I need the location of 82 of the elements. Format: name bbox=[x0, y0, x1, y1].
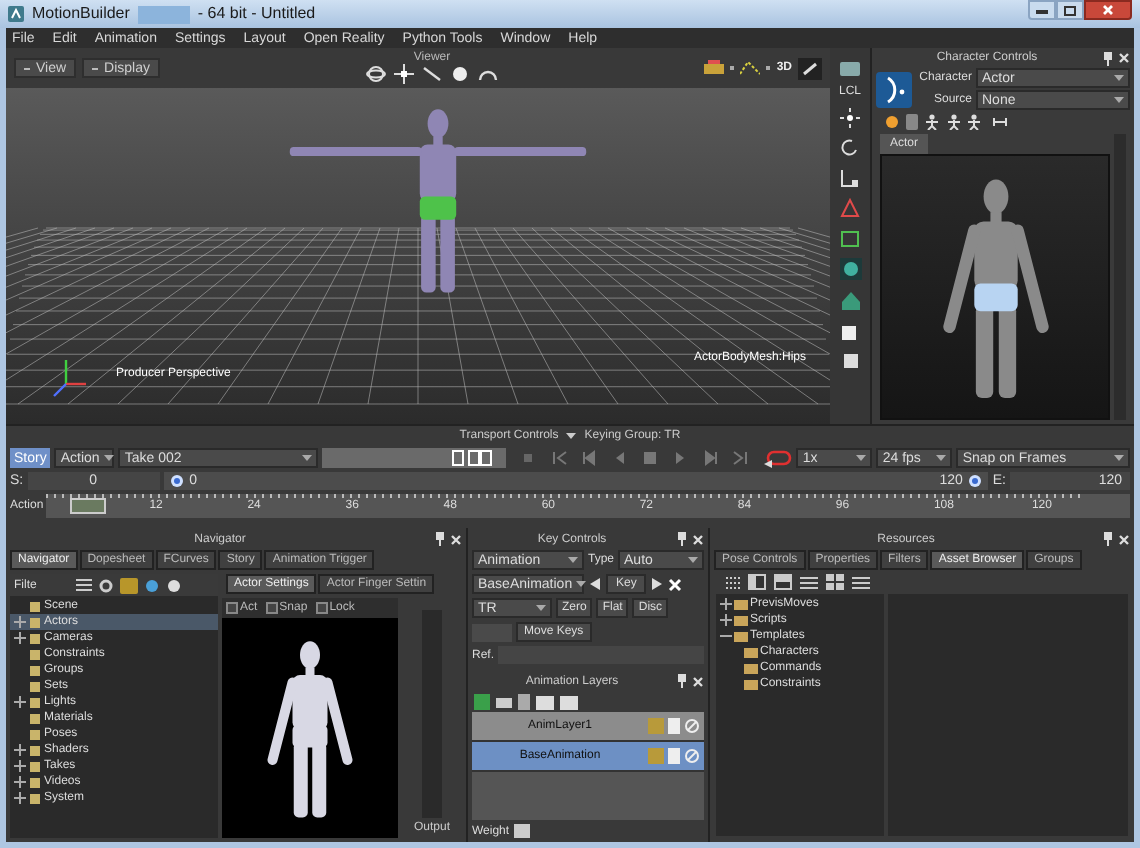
handle-icon[interactable] bbox=[966, 474, 985, 488]
play-icon[interactable] bbox=[672, 450, 689, 466]
expand-icon[interactable] bbox=[14, 744, 26, 756]
scale-icon[interactable] bbox=[840, 168, 860, 188]
close-icon[interactable] bbox=[450, 533, 462, 545]
expand-icon[interactable] bbox=[14, 616, 26, 628]
maximize-icon bbox=[1064, 5, 1076, 15]
caret-icon bbox=[568, 556, 578, 564]
close-icon[interactable] bbox=[691, 533, 704, 545]
mute-icon[interactable] bbox=[684, 748, 700, 764]
close-icon[interactable] bbox=[691, 675, 704, 687]
app-icon bbox=[8, 6, 24, 22]
handle-icon[interactable] bbox=[167, 474, 186, 488]
expand-icon[interactable] bbox=[14, 760, 26, 772]
pin-icon[interactable] bbox=[1101, 51, 1114, 65]
move-icon[interactable] bbox=[394, 64, 414, 84]
playhead[interactable] bbox=[69, 498, 106, 514]
caret-icon bbox=[856, 454, 867, 462]
sphere-icon[interactable] bbox=[144, 577, 160, 593]
expand-icon[interactable] bbox=[720, 614, 732, 626]
caret-icon bbox=[936, 454, 947, 462]
caret-icon bbox=[566, 432, 577, 440]
caret-icon bbox=[1114, 96, 1124, 104]
pin-icon[interactable] bbox=[675, 532, 688, 546]
expand-icon[interactable] bbox=[14, 632, 26, 644]
collapse-icon[interactable] bbox=[720, 630, 732, 642]
thumbnails-icon[interactable] bbox=[826, 574, 844, 590]
sphere-icon[interactable] bbox=[450, 64, 470, 84]
figures-icon[interactable] bbox=[946, 114, 986, 130]
line-icon[interactable] bbox=[422, 64, 442, 84]
split-view-icon[interactable] bbox=[748, 574, 766, 590]
blurred-area bbox=[137, 5, 190, 23]
light-icon[interactable] bbox=[884, 114, 900, 130]
expand-icon[interactable] bbox=[14, 776, 26, 788]
caret-icon bbox=[688, 556, 698, 564]
caret-icon bbox=[576, 580, 587, 588]
caret-icon bbox=[103, 454, 114, 462]
go-end-icon[interactable] bbox=[732, 450, 749, 466]
mute-icon[interactable] bbox=[684, 718, 700, 734]
rotate-icon[interactable] bbox=[840, 138, 860, 158]
close-button[interactable] bbox=[1084, 0, 1132, 20]
minimize-icon bbox=[1036, 7, 1048, 13]
character-logo-icon bbox=[876, 71, 912, 107]
caret-icon bbox=[536, 604, 546, 612]
close-icon bbox=[1102, 4, 1114, 16]
window-subtitle: - 64 bit - Untitled bbox=[197, 6, 316, 22]
bone-icon[interactable] bbox=[992, 114, 1008, 130]
caret-icon bbox=[1114, 74, 1124, 82]
maximize-button[interactable] bbox=[1056, 0, 1084, 20]
previous-key-icon[interactable] bbox=[588, 576, 602, 592]
curve-icon[interactable] bbox=[740, 60, 761, 76]
keyframe-icon[interactable] bbox=[704, 60, 725, 76]
translate-icon[interactable] bbox=[840, 108, 860, 128]
close-icon[interactable] bbox=[1118, 533, 1130, 545]
play-backward-icon[interactable] bbox=[612, 450, 629, 466]
close-icon[interactable] bbox=[1117, 52, 1130, 64]
window-title: MotionBuilder bbox=[32, 6, 130, 22]
figure-icon[interactable] bbox=[924, 114, 940, 130]
pin-icon[interactable] bbox=[1102, 532, 1114, 546]
expand-icon[interactable] bbox=[14, 696, 26, 708]
split-view-icon[interactable] bbox=[774, 574, 792, 590]
stop-icon[interactable] bbox=[642, 450, 659, 466]
weight-field[interactable] bbox=[513, 824, 530, 838]
minimize-button[interactable] bbox=[1028, 0, 1056, 20]
axis-gizmo bbox=[53, 360, 86, 397]
pin-icon[interactable] bbox=[675, 674, 688, 688]
orbit-icon[interactable] bbox=[366, 64, 386, 84]
pin-icon[interactable] bbox=[434, 532, 446, 546]
caret-icon bbox=[302, 454, 313, 462]
list-icon[interactable] bbox=[800, 575, 818, 589]
globe-icon[interactable] bbox=[839, 258, 861, 280]
go-start-icon[interactable] bbox=[552, 450, 569, 466]
loop-icon[interactable] bbox=[764, 449, 793, 467]
details-icon[interactable] bbox=[852, 575, 870, 589]
expand-icon[interactable] bbox=[14, 792, 26, 804]
list-icon[interactable] bbox=[76, 578, 92, 592]
grid-dots-icon[interactable] bbox=[726, 575, 740, 589]
house-icon[interactable] bbox=[839, 290, 861, 312]
frame-icon[interactable] bbox=[840, 228, 860, 248]
expand-icon[interactable] bbox=[720, 598, 732, 610]
cone-icon[interactable] bbox=[840, 198, 860, 218]
caret-icon bbox=[1114, 454, 1124, 462]
